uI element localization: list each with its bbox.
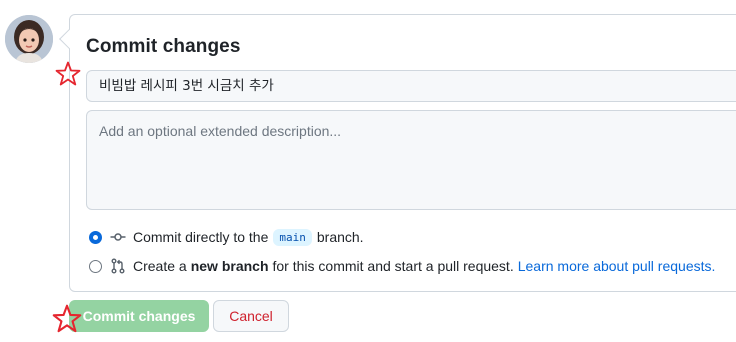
user-avatar[interactable]: [5, 15, 53, 63]
commit-direct-prefix: Commit directly to the: [133, 229, 269, 245]
git-pull-request-icon: [111, 258, 125, 274]
branch-name-badge: main: [273, 228, 312, 246]
new-branch-prefix: Create a: [133, 258, 187, 274]
new-branch-option[interactable]: Create a new branch for this commit and …: [89, 256, 715, 276]
cancel-button[interactable]: Cancel: [213, 300, 289, 332]
commit-direct-suffix: branch.: [316, 229, 364, 245]
new-branch-bold-text: new branch: [190, 258, 269, 274]
panel-title: Commit changes: [86, 36, 241, 57]
new-branch-radio[interactable]: [89, 259, 102, 273]
commit-direct-radio[interactable]: [89, 230, 102, 244]
commit-summary-input[interactable]: 비빔밥 레시피 3번 시금치 추가: [86, 70, 736, 102]
memoji-avatar-icon: [5, 15, 53, 63]
red-star-outline-icon: [52, 304, 82, 333]
git-commit-icon: [110, 233, 126, 241]
description-placeholder: Add an optional extended description...: [99, 123, 342, 139]
learn-more-link[interactable]: Learn more about pull requests.: [518, 258, 716, 274]
red-star-outline-icon: [55, 61, 81, 86]
new-branch-middle: for this commit and start a pull request…: [272, 258, 514, 274]
commit-direct-option[interactable]: Commit directly to the main branch.: [89, 227, 364, 247]
commit-changes-button[interactable]: Commit changes: [69, 300, 209, 332]
commit-description-textarea[interactable]: Add an optional extended description...: [86, 110, 736, 210]
commit-summary-value: 비빔밥 레시피 3번 시금치 추가: [99, 78, 274, 94]
